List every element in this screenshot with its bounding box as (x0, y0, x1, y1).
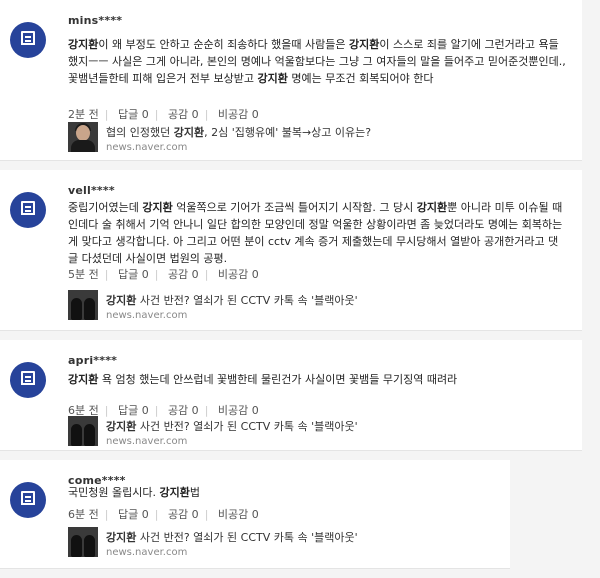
news-url: news.naver.com (106, 310, 188, 321)
comment-nickname[interactable]: apri**** (68, 354, 117, 367)
comment-item: come**** 국민청원 올립시다. 강지환법 6분 전 | 답글 0 | 공감 … (0, 460, 510, 569)
comment-nickname[interactable]: mins**** (68, 14, 122, 27)
comment-keyword: 강지환 (68, 373, 99, 386)
comment-meta: 5분 전 | 답글 0 | 공감 0 | 비공감 0 (68, 268, 259, 281)
news-title[interactable]: 강지환 사건 반전? 열쇠가 된 CCTV 카톡 속 '블랙아웃' (106, 529, 358, 545)
news-url: news.naver.com (106, 547, 188, 558)
like-button[interactable]: 공감 0 (168, 268, 199, 281)
news-title-bold: 강지환 (106, 420, 137, 433)
comment-time: 5분 전 (68, 268, 99, 281)
comment-text: 명예는 무조건 회복되어야 한다 (287, 72, 434, 85)
news-title-bold: 강지환 (106, 531, 137, 544)
news-title-post: 사건 반전? 열쇠가 된 CCTV 카톡 속 '블랙아웃' (136, 294, 358, 307)
news-url: news.naver.com (106, 142, 188, 153)
comment-text: 국민청원 올립시다. (68, 486, 160, 499)
comment-body: 중립기어였는데 강지환 억울쪽으로 기어가 조금씩 틀어지기 시작함. 그 당시… (68, 199, 568, 267)
comment-text: 법 (189, 486, 200, 499)
comment-text: 욕 엄청 했는데 안쓰럽네 꽃뱀한테 물린건가 사실이면 꽃뱀들 무기징역 때려… (98, 373, 458, 386)
news-title-post: 사건 반전? 열쇠가 된 CCTV 카톡 속 '블랙아웃' (136, 531, 358, 544)
comment-body: 국민청원 올립시다. 강지환법 (68, 484, 568, 501)
comment-keyword: 강지환 (257, 72, 288, 85)
comment-meta: 2분 전 | 답글 0 | 공감 0 | 비공감 0 (68, 108, 259, 121)
comment-time: 6분 전 (68, 508, 99, 521)
comment-text: 억울쪽으로 기어가 조금씩 틀어지기 시작함. 그 당시 (172, 201, 417, 214)
comment-text: 중립기어였는데 (68, 201, 143, 214)
comment-meta: 6분 전 | 답글 0 | 공감 0 | 비공감 0 (68, 508, 259, 521)
news-title[interactable]: 강지환 사건 반전? 열쇠가 된 CCTV 카톡 속 '블랙아웃' (106, 418, 358, 434)
news-title-post: 사건 반전? 열쇠가 된 CCTV 카톡 속 '블랙아웃' (136, 420, 358, 433)
comment-time: 2분 전 (68, 108, 99, 121)
news-document-icon (10, 482, 46, 518)
like-button[interactable]: 공감 0 (168, 108, 199, 121)
comment-keyword: 강지환 (159, 486, 190, 499)
news-document-icon (10, 192, 46, 228)
news-link[interactable]: 강지환 사건 반전? 열쇠가 된 CCTV 카톡 속 '블랙아웃' news.n… (68, 290, 468, 324)
comment-item: vell**** 중립기어였는데 강지환 억울쪽으로 기어가 조금씩 틀어지기 … (0, 170, 582, 331)
dislike-button[interactable]: 비공감 0 (218, 108, 259, 121)
dislike-button[interactable]: 비공감 0 (218, 268, 259, 281)
news-title[interactable]: 협의 인정했던 강지환, 2심 '집행유예' 불복→상고 이유는? (106, 124, 371, 140)
reply-button[interactable]: 답글 0 (118, 508, 149, 521)
news-title[interactable]: 강지환 사건 반전? 열쇠가 된 CCTV 카톡 속 '블랙아웃' (106, 292, 358, 308)
news-thumbnail[interactable] (68, 527, 98, 557)
news-title-post: , 2심 '집행유예' 불복→상고 이유는? (204, 126, 372, 139)
news-document-icon (10, 362, 46, 398)
news-title-pre: 협의 인정했던 (106, 126, 174, 139)
news-link[interactable]: 강지환 사건 반전? 열쇠가 된 CCTV 카톡 속 '블랙아웃' news.n… (68, 416, 468, 450)
comment-item: apri**** 강지환 욕 엄청 했는데 안쓰럽네 꽃뱀한테 물린건가 사실이… (0, 340, 582, 451)
news-thumbnail[interactable] (68, 416, 98, 446)
news-document-icon (10, 22, 46, 58)
comment-body: 강지환 욕 엄청 했는데 안쓰럽네 꽃뱀한테 물린건가 사실이면 꽃뱀들 무기징… (68, 371, 568, 388)
comment-keyword: 강지환 (142, 201, 173, 214)
reply-button[interactable]: 답글 0 (118, 108, 149, 121)
comment-text: 이 왜 부정도 안하고 순순히 죄송하다 했을때 사람들은 (98, 38, 349, 51)
news-link[interactable]: 강지환 사건 반전? 열쇠가 된 CCTV 카톡 속 '블랙아웃' news.n… (68, 527, 468, 561)
news-url: news.naver.com (106, 436, 188, 447)
reply-button[interactable]: 답글 0 (118, 268, 149, 281)
dislike-button[interactable]: 비공감 0 (218, 508, 259, 521)
news-thumbnail[interactable] (68, 290, 98, 320)
news-thumbnail[interactable] (68, 122, 98, 152)
comment-list: mins**** 강지환이 왜 부정도 안하고 순순히 죄송하다 했을때 사람들… (0, 0, 600, 578)
like-button[interactable]: 공감 0 (168, 508, 199, 521)
news-title-bold: 강지환 (173, 126, 205, 139)
comment-keyword: 강지환 (68, 38, 99, 51)
comment-nickname[interactable]: vell**** (68, 184, 115, 197)
comment-body: 강지환이 왜 부정도 안하고 순순히 죄송하다 했을때 사람들은 강지환이 스스… (68, 36, 568, 87)
comment-keyword: 강지환 (416, 201, 448, 214)
comment-keyword: 강지환 (349, 38, 380, 51)
news-title-bold: 강지환 (106, 294, 137, 307)
comment-item: mins**** 강지환이 왜 부정도 안하고 순순히 죄송하다 했을때 사람들… (0, 0, 582, 161)
news-link[interactable]: 협의 인정했던 강지환, 2심 '집행유예' 불복→상고 이유는? news.n… (68, 122, 468, 156)
